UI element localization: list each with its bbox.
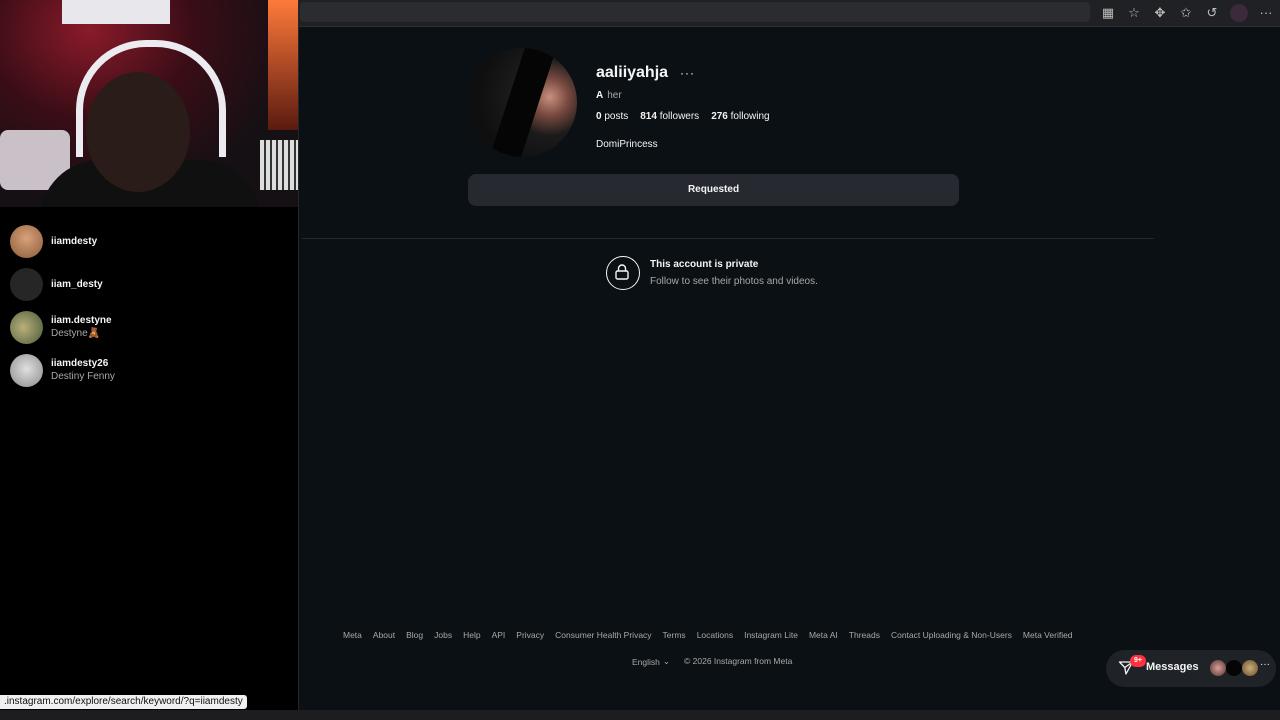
more-icon: ··· [1260, 659, 1270, 670]
more-menu-icon[interactable]: ··· [1258, 5, 1274, 21]
history-icon[interactable]: ↺ [1204, 5, 1220, 21]
footer-link-jobs[interactable]: Jobs [434, 630, 452, 640]
following-count: 276 [711, 111, 728, 122]
avatar [10, 310, 43, 344]
footer-link-privacy[interactable]: Privacy [516, 630, 544, 640]
profile-full-name: DomiPrincess [596, 139, 658, 150]
result-username: iiam.destyne [51, 315, 112, 326]
search-panel: iiamdesty iiam_desty iiam.destyne Destyn… [0, 0, 299, 720]
browser-toolbar: ▦ ☆ ✥ ✩ ↺ ··· [298, 0, 1280, 27]
avatar [1210, 660, 1226, 676]
following-stat[interactable]: 276 following [711, 111, 769, 122]
threads-icon[interactable]: A [596, 90, 603, 101]
posts-stat: 0 posts [596, 111, 628, 122]
result-fullname: Destiny Fenny [51, 371, 115, 382]
favorites-icon[interactable]: ✩ [1178, 5, 1194, 21]
followers-label: followers [659, 111, 700, 122]
avatar [1226, 660, 1242, 676]
pronouns-row: A her [596, 90, 622, 101]
profile-picture[interactable] [468, 48, 577, 157]
favorite-star-icon[interactable]: ☆ [1126, 5, 1142, 21]
footer-bottom: English ⌄ © 2026 Instagram from Meta [632, 656, 792, 667]
copyright: © 2026 Instagram from Meta [684, 656, 793, 666]
extensions-icon[interactable]: ✥ [1152, 5, 1168, 21]
footer-link-consumer-health-privacy[interactable]: Consumer Health Privacy [555, 630, 651, 640]
footer-link-about[interactable]: About [373, 630, 395, 640]
footer-link-instagram-lite[interactable]: Instagram Lite [744, 630, 798, 640]
following-label: following [730, 111, 770, 122]
requested-button[interactable]: Requested [468, 174, 959, 206]
search-result-item[interactable]: iiam.destyne Destyne🧸 [0, 305, 298, 349]
chevron-down-icon: ⌄ [662, 656, 671, 666]
avatar [10, 267, 43, 301]
footer-link-blog[interactable]: Blog [406, 630, 423, 640]
profile-stats: 0 posts 814 followers 276 following [596, 111, 770, 122]
result-fullname: Destyne🧸 [51, 328, 101, 339]
footer-link-meta-verified[interactable]: Meta Verified [1023, 630, 1073, 640]
unread-badge: 9+ [1130, 655, 1146, 667]
private-account-subtitle: Follow to see their photos and videos. [650, 276, 818, 287]
footer-link-locations[interactable]: Locations [697, 630, 733, 640]
result-username: iiam_desty [51, 278, 103, 290]
status-bar-url: .instagram.com/explore/search/keyword/?q… [0, 695, 247, 709]
language-selector[interactable]: English ⌄ [632, 656, 670, 667]
footer-link-meta-ai[interactable]: Meta AI [809, 630, 838, 640]
browser-profile-avatar[interactable] [1230, 4, 1248, 22]
messages-button[interactable]: 9+ Messages ··· [1106, 650, 1276, 687]
footer-link-help[interactable]: Help [463, 630, 480, 640]
more-options-icon[interactable]: ··· [680, 66, 695, 80]
search-result-item[interactable]: iiam_desty [0, 262, 298, 306]
posts-label: posts [604, 111, 629, 122]
footer-link-contact-uploading[interactable]: Contact Uploading & Non-Users [891, 630, 1012, 640]
avatar [10, 353, 43, 387]
result-username: iiamdesty [51, 235, 98, 247]
followers-stat[interactable]: 814 followers [640, 111, 699, 122]
language-label: English [632, 656, 660, 667]
divider [302, 238, 1154, 239]
footer-link-threads[interactable]: Threads [849, 630, 880, 640]
address-bar[interactable] [300, 2, 1090, 22]
profile-username: aaliiyahja [596, 64, 669, 81]
taskbar-strip [0, 710, 1280, 720]
lock-icon [606, 256, 640, 290]
posts-count: 0 [596, 111, 602, 122]
search-result-item[interactable]: iiamdesty26 Destiny Fenny [0, 348, 298, 392]
avatar [10, 224, 43, 258]
footer-link-api[interactable]: API [492, 630, 506, 640]
footer-link-terms[interactable]: Terms [663, 630, 686, 640]
search-result-item[interactable]: iiamdesty [0, 219, 298, 263]
messages-label: Messages [1146, 661, 1199, 673]
footer-link-meta[interactable]: Meta [343, 630, 362, 640]
private-account-title: This account is private [650, 259, 759, 270]
followers-count: 814 [640, 111, 657, 122]
webcam-overlay [0, 0, 298, 207]
apps-icon[interactable]: ▦ [1100, 5, 1116, 21]
result-username: iiamdesty26 [51, 358, 109, 369]
footer-links: Meta About Blog Jobs Help API Privacy Co… [343, 630, 1073, 640]
pronouns: her [607, 90, 622, 101]
avatar [1242, 660, 1258, 676]
